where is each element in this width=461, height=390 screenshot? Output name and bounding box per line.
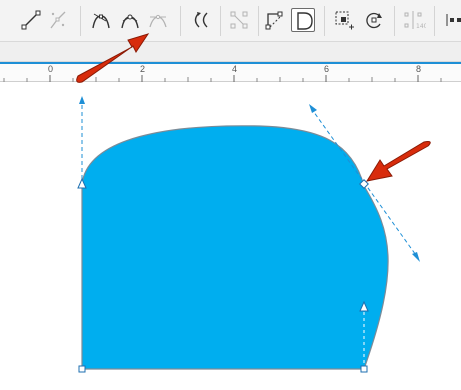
align-nodes-icon[interactable]: 140 [402, 8, 426, 32]
toolbar-separator [394, 6, 395, 36]
toolbar-separator [220, 6, 221, 36]
svg-text:140: 140 [416, 23, 426, 30]
node-bottom-right[interactable] [360, 365, 368, 373]
line-to-curve-icon[interactable] [19, 8, 43, 32]
left-handle-arrowhead [79, 96, 85, 104]
canvas-drawing [77, 96, 420, 373]
ruler-label-8: 8 [416, 64, 422, 74]
property-bar-strip [0, 42, 461, 62]
toolbar-separator [180, 6, 181, 36]
toolbar-separator [434, 6, 435, 36]
ruler-ticks [3, 75, 442, 82]
break-curve-icon[interactable] [46, 8, 70, 32]
symmetrical-node-icon[interactable] [146, 8, 170, 32]
smooth-node-icon[interactable] [89, 8, 113, 32]
drawing-canvas[interactable] [0, 82, 461, 390]
rotate-nodes-icon[interactable] [362, 8, 386, 32]
horizontal-ruler[interactable]: 0 2 4 6 8 [0, 62, 461, 82]
ruler-label-2: 2 [140, 64, 146, 74]
more-tools-icon[interactable] [442, 8, 461, 32]
node-bottom-left[interactable] [78, 365, 86, 373]
toolbar-separator [80, 6, 81, 36]
ruler-label-0: 0 [48, 64, 54, 74]
auto-close-curve-icon[interactable] [263, 8, 287, 32]
right-handle-arrowhead-top [309, 104, 317, 113]
close-curve-icon[interactable] [291, 8, 315, 32]
ruler-label-6: 6 [324, 64, 330, 74]
right-handle-arrowhead-bottom [412, 252, 420, 262]
select-all-nodes-icon[interactable] [332, 8, 356, 32]
blue-shape[interactable] [81, 125, 389, 370]
extract-subpath-icon[interactable] [227, 8, 251, 32]
toolbar-separator [258, 6, 259, 36]
cusp-node-icon[interactable] [118, 8, 142, 32]
node-editing-toolbar: 140 [0, 0, 461, 42]
reverse-direction-icon[interactable] [188, 8, 212, 32]
toolbar-separator [324, 6, 325, 36]
ruler-label-4: 4 [232, 64, 238, 74]
